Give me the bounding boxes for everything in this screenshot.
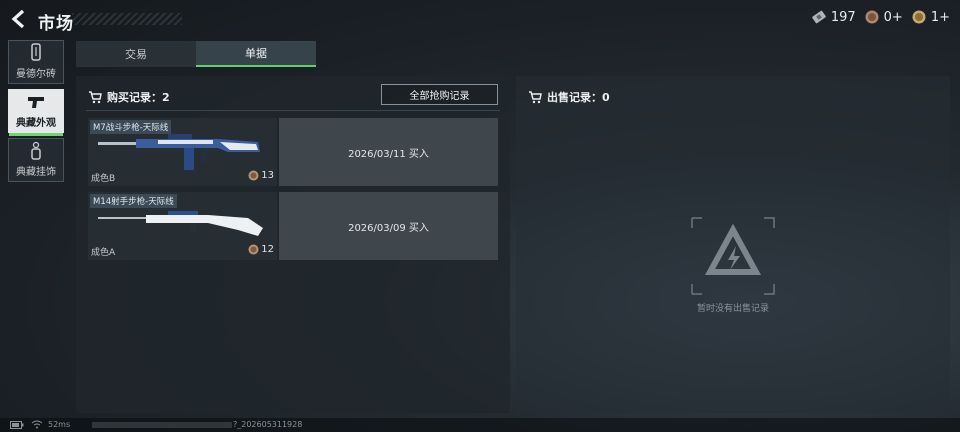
purchase-records-panel: 购买记录：2 全部抢购记录 M7战斗步枪-天际线 成色B 13 2026/03/… [76,76,510,413]
list-item[interactable]: M7战斗步枪-天际线 成色B 13 2026/03/11 买入 [88,118,498,186]
currency-ticket[interactable]: 197 [811,9,856,25]
status-footer: 52ms ?_202605311928 [0,418,960,432]
battery-icon [10,421,24,429]
price-value: 12 [261,244,274,255]
tab-trade[interactable]: 交易 [76,41,196,67]
sidebar-item-charms[interactable]: 典藏挂饰 [8,138,64,182]
sidebar-item-bricks[interactable]: 曼德尔砖 [8,40,64,84]
rifle-m14-image [98,211,263,236]
purchase-title: 购买记录：2 [107,91,170,104]
currency-bronze[interactable]: 0+ [864,9,903,25]
title-decoration [72,13,182,25]
item-card: M14射手步枪-天际线 成色A 12 [88,192,277,260]
medal-bronze-icon [865,10,879,24]
currency-bar: 197 0+ 1+ [811,9,950,25]
sale-title: 出售记录：0 [547,91,610,104]
purchase-header: 购买记录：2 [88,89,170,105]
item-price: 13 [248,170,274,181]
back-arrow-icon[interactable] [8,8,30,30]
sidebar-item-skins[interactable]: 典藏外观 [8,89,64,136]
rifle-m7-image [98,134,260,170]
purchase-date: 2026/03/11 买入 [279,118,498,186]
item-grade: 成色B [91,174,116,184]
sidebar-item-label: 曼德尔砖 [16,69,56,80]
empty-state-icon [691,217,775,295]
cart-icon [89,91,102,104]
sale-records-panel: 出售记录：0 暂时没有出售记录 [516,76,950,413]
category-sidebar: 曼德尔砖 典藏外观 典藏挂饰 [8,40,64,187]
all-purchase-records-button[interactable]: 全部抢购记录 [381,84,498,105]
item-price: 12 [248,244,274,255]
gold-count: 1+ [930,9,950,25]
price-value: 13 [261,170,274,181]
coin-icon [248,170,259,181]
list-item[interactable]: M14射手步枪-天际线 成色A 12 2026/03/09 买入 [88,192,498,260]
redacted-bar [92,422,232,428]
currency-gold[interactable]: 1+ [911,9,950,25]
ping-text: 52ms [48,420,71,429]
item-card: M7战斗步枪-天际线 成色B 13 [88,118,277,186]
wifi-icon [31,420,43,429]
brick-icon [31,43,41,61]
page-title: 市场 [38,14,74,34]
build-id: ?_202605311928 [233,420,303,429]
medal-gold-icon [912,10,926,24]
sidebar-item-label: 典藏挂饰 [16,167,56,178]
bronze-count: 0+ [883,9,903,25]
cart-icon [529,91,542,104]
charm-icon [31,141,41,160]
tab-orders[interactable]: 单据 [196,41,316,67]
sidebar-item-label: 典藏外观 [16,118,56,129]
ticket-count: 197 [830,9,856,25]
ticket-icon [812,10,826,24]
top-bar: 市场 197 0+ 1+ [0,0,960,38]
market-tabs: 交易 单据 [76,41,316,67]
purchase-date: 2026/03/09 买入 [279,192,498,260]
item-grade: 成色A [91,248,116,258]
coin-icon [248,244,259,255]
empty-state-text: 暂时没有出售记录 [696,304,769,314]
pistol-icon [28,97,44,108]
sale-header: 出售记录：0 [528,89,610,105]
divider [86,110,500,111]
